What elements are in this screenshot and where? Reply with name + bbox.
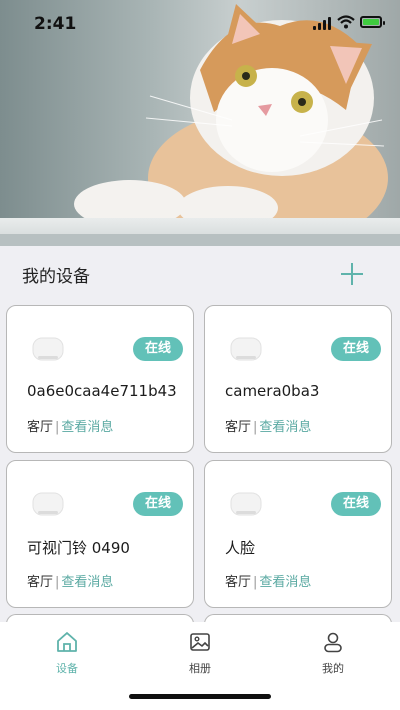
- device-card[interactable]: 在线 0a6e0caa4e711b43 客厅 | 查看消息: [6, 305, 194, 453]
- tab-devices[interactable]: 设备: [37, 630, 97, 676]
- tab-album[interactable]: 相册: [170, 630, 230, 676]
- photo-icon: [190, 633, 210, 651]
- page-title: 我的设备: [22, 267, 90, 287]
- wifi-icon: [337, 15, 355, 29]
- device-room: 客厅: [27, 420, 54, 435]
- view-messages-link[interactable]: 查看消息: [61, 575, 113, 590]
- device-room: 客厅: [225, 420, 252, 435]
- cellular-signal-icon: [313, 17, 331, 30]
- device-meta: 客厅 | 查看消息: [27, 571, 113, 590]
- device-meta: 客厅 | 查看消息: [225, 571, 311, 590]
- status-badge: 在线: [132, 337, 183, 361]
- camera-device-icon: [230, 337, 262, 361]
- view-messages-link[interactable]: 查看消息: [259, 575, 311, 590]
- divider: |: [55, 575, 60, 590]
- tab-label: 设备: [56, 662, 78, 675]
- device-name: 人脸: [225, 539, 256, 557]
- device-card[interactable]: 在线 camera0ba3 客厅 | 查看消息: [204, 305, 392, 453]
- device-meta: 客厅 | 查看消息: [225, 416, 311, 435]
- tab-label: 我的: [322, 662, 344, 675]
- divider: |: [253, 420, 258, 435]
- status-badge: 在线: [330, 337, 381, 361]
- tab-label: 相册: [189, 662, 211, 675]
- divider: |: [55, 420, 60, 435]
- device-name: camera0ba3: [225, 382, 320, 400]
- hero-shelf-edge: [0, 234, 400, 246]
- add-device-button[interactable]: [336, 258, 368, 290]
- device-room: 客厅: [225, 575, 252, 590]
- device-name: 0a6e0caa4e711b43: [27, 382, 177, 400]
- view-messages-link[interactable]: 查看消息: [259, 420, 311, 435]
- status-time: 2:41: [34, 14, 77, 34]
- home-indicator[interactable]: [129, 694, 271, 699]
- person-icon: [324, 632, 342, 653]
- device-name: 可视门铃 0490: [27, 539, 130, 557]
- device-meta: 客厅 | 查看消息: [27, 416, 113, 435]
- divider: |: [253, 575, 258, 590]
- camera-device-icon: [32, 337, 64, 361]
- home-icon: [57, 632, 77, 652]
- status-bar: 2:41: [0, 0, 400, 46]
- battery-icon: [360, 16, 385, 28]
- device-room: 客厅: [27, 575, 54, 590]
- camera-device-icon: [32, 492, 64, 516]
- device-card[interactable]: 在线 可视门铃 0490 客厅 | 查看消息: [6, 460, 194, 608]
- device-card[interactable]: 在线 人脸 客厅 | 查看消息: [204, 460, 392, 608]
- status-badge: 在线: [132, 492, 183, 516]
- view-messages-link[interactable]: 查看消息: [61, 420, 113, 435]
- status-badge: 在线: [330, 492, 381, 516]
- camera-device-icon: [230, 492, 262, 516]
- tab-mine[interactable]: 我的: [303, 630, 363, 676]
- my-devices-header: 我的设备: [0, 246, 400, 302]
